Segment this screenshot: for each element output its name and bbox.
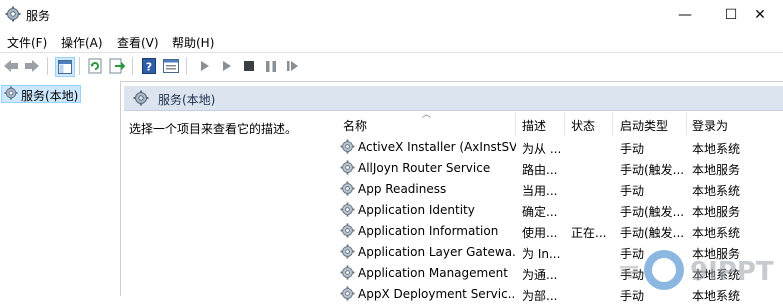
properties-icon[interactable] xyxy=(162,57,180,75)
service-name: Application Identity xyxy=(358,203,475,217)
svg-text:?: ? xyxy=(146,61,152,74)
back-arrow-icon[interactable] xyxy=(2,57,20,75)
close-button[interactable]: ✕ xyxy=(737,0,783,30)
service-startup-type: 手动 xyxy=(620,142,645,156)
console-tree xyxy=(0,81,121,296)
column-header-logon-as[interactable]: 登录为 xyxy=(692,117,728,134)
service-name: AllJoyn Router Service xyxy=(358,161,491,175)
service-logon-as: 本地系统 xyxy=(692,184,741,198)
toolbar-separator xyxy=(132,57,133,75)
sort-ascending-icon: ︿ xyxy=(422,110,432,120)
service-name: ActiveX Installer (AxInstSV) xyxy=(358,140,516,154)
service-logon-as: 本地系统 xyxy=(692,226,741,240)
service-description: 为通... xyxy=(522,268,558,282)
service-row[interactable]: ActiveX Installer (AxInstSV) 为从 ... 手动 本地系统 xyxy=(336,137,783,158)
menu-view[interactable]: 查看(V) xyxy=(117,34,159,51)
minimize-button[interactable]: — xyxy=(662,0,708,30)
service-name: Application Management xyxy=(358,266,508,280)
services-gear-icon xyxy=(133,90,149,106)
service-description: 使用... xyxy=(522,226,558,240)
panel-title: 服务(本地) xyxy=(158,93,216,107)
toolbar-separator xyxy=(79,57,80,75)
service-gear-icon xyxy=(340,139,355,154)
start-service-params-icon[interactable] xyxy=(218,57,236,75)
toolbar-separator xyxy=(47,57,48,75)
service-name: Application Information xyxy=(358,224,499,238)
service-startup-type: 手动(触发... xyxy=(620,163,685,177)
description-prompt: 选择一个项目来查看它的描述。 xyxy=(129,122,298,136)
export-list-icon[interactable] xyxy=(108,57,126,75)
pause-service-icon[interactable] xyxy=(262,57,280,75)
service-description: 路由... xyxy=(522,163,558,177)
refresh-icon[interactable] xyxy=(86,57,104,75)
service-description: 当用... xyxy=(522,184,558,198)
service-name: Application Layer Gatewa... xyxy=(358,245,516,259)
column-header-startup-type[interactable]: 启动类型 xyxy=(620,117,668,134)
column-header-name[interactable]: 名称 xyxy=(343,117,367,134)
service-gear-icon xyxy=(340,244,355,259)
service-description: 为 In... xyxy=(522,247,561,261)
forward-arrow-icon[interactable] xyxy=(23,57,41,75)
column-divider[interactable] xyxy=(515,113,516,135)
watermark-logo: 9IPPT xyxy=(620,240,780,296)
watermark-text: 9IPPT xyxy=(690,257,774,287)
service-gear-icon xyxy=(340,181,355,196)
service-name: AppX Deployment Servic... xyxy=(358,287,516,301)
service-gear-icon xyxy=(340,286,355,301)
column-divider[interactable] xyxy=(612,113,613,135)
show-hide-tree-icon[interactable] xyxy=(55,57,75,77)
column-divider[interactable] xyxy=(564,113,565,135)
service-logon-as: 本地系统 xyxy=(692,142,741,156)
service-row[interactable]: Application Information 使用... 正在... 手动(触发..… xyxy=(336,221,783,242)
toolbar-separator xyxy=(186,57,187,75)
service-gear-icon xyxy=(340,265,355,280)
service-gear-icon xyxy=(340,202,355,217)
tree-item-label: 服务(本地) xyxy=(21,89,79,103)
menu-help[interactable]: 帮助(H) xyxy=(172,34,214,51)
description-pane xyxy=(124,111,332,296)
menu-file[interactable]: 文件(F) xyxy=(7,34,47,51)
service-startup-type: 手动(触发... xyxy=(620,205,685,219)
service-gear-icon xyxy=(340,160,355,175)
services-gear-icon xyxy=(5,6,21,22)
service-startup-type: 手动 xyxy=(620,184,645,198)
service-description: 确定... xyxy=(522,205,558,219)
column-divider[interactable] xyxy=(686,113,687,135)
column-header-description[interactable]: 描述 xyxy=(522,117,546,134)
service-logon-as: 本地服务 xyxy=(692,205,741,219)
service-logon-as: 本地服务 xyxy=(692,163,741,177)
panel-header xyxy=(124,86,783,111)
column-header-status[interactable]: 状态 xyxy=(571,117,595,134)
service-description: 为从 ... xyxy=(522,142,562,156)
services-gear-icon xyxy=(4,86,18,100)
service-row[interactable]: App Readiness 当用... 手动 本地系统 xyxy=(336,179,783,200)
menu-action[interactable]: 操作(A) xyxy=(61,34,103,51)
service-row[interactable]: Application Identity 确定... 手动(触发... 本地服务 xyxy=(336,200,783,221)
help-icon[interactable]: ? xyxy=(140,57,158,75)
service-name: App Readiness xyxy=(358,182,447,196)
service-row[interactable]: AllJoyn Router Service 路由... 手动(触发... 本地服务 xyxy=(336,158,783,179)
resume-service-icon[interactable] xyxy=(284,57,302,75)
stop-service-icon[interactable] xyxy=(240,57,258,75)
window-title: 服务 xyxy=(26,9,51,23)
start-service-icon[interactable] xyxy=(196,57,214,75)
service-gear-icon xyxy=(340,223,355,238)
service-startup-type: 手动(触发... xyxy=(620,226,685,240)
service-status: 正在... xyxy=(571,226,607,240)
